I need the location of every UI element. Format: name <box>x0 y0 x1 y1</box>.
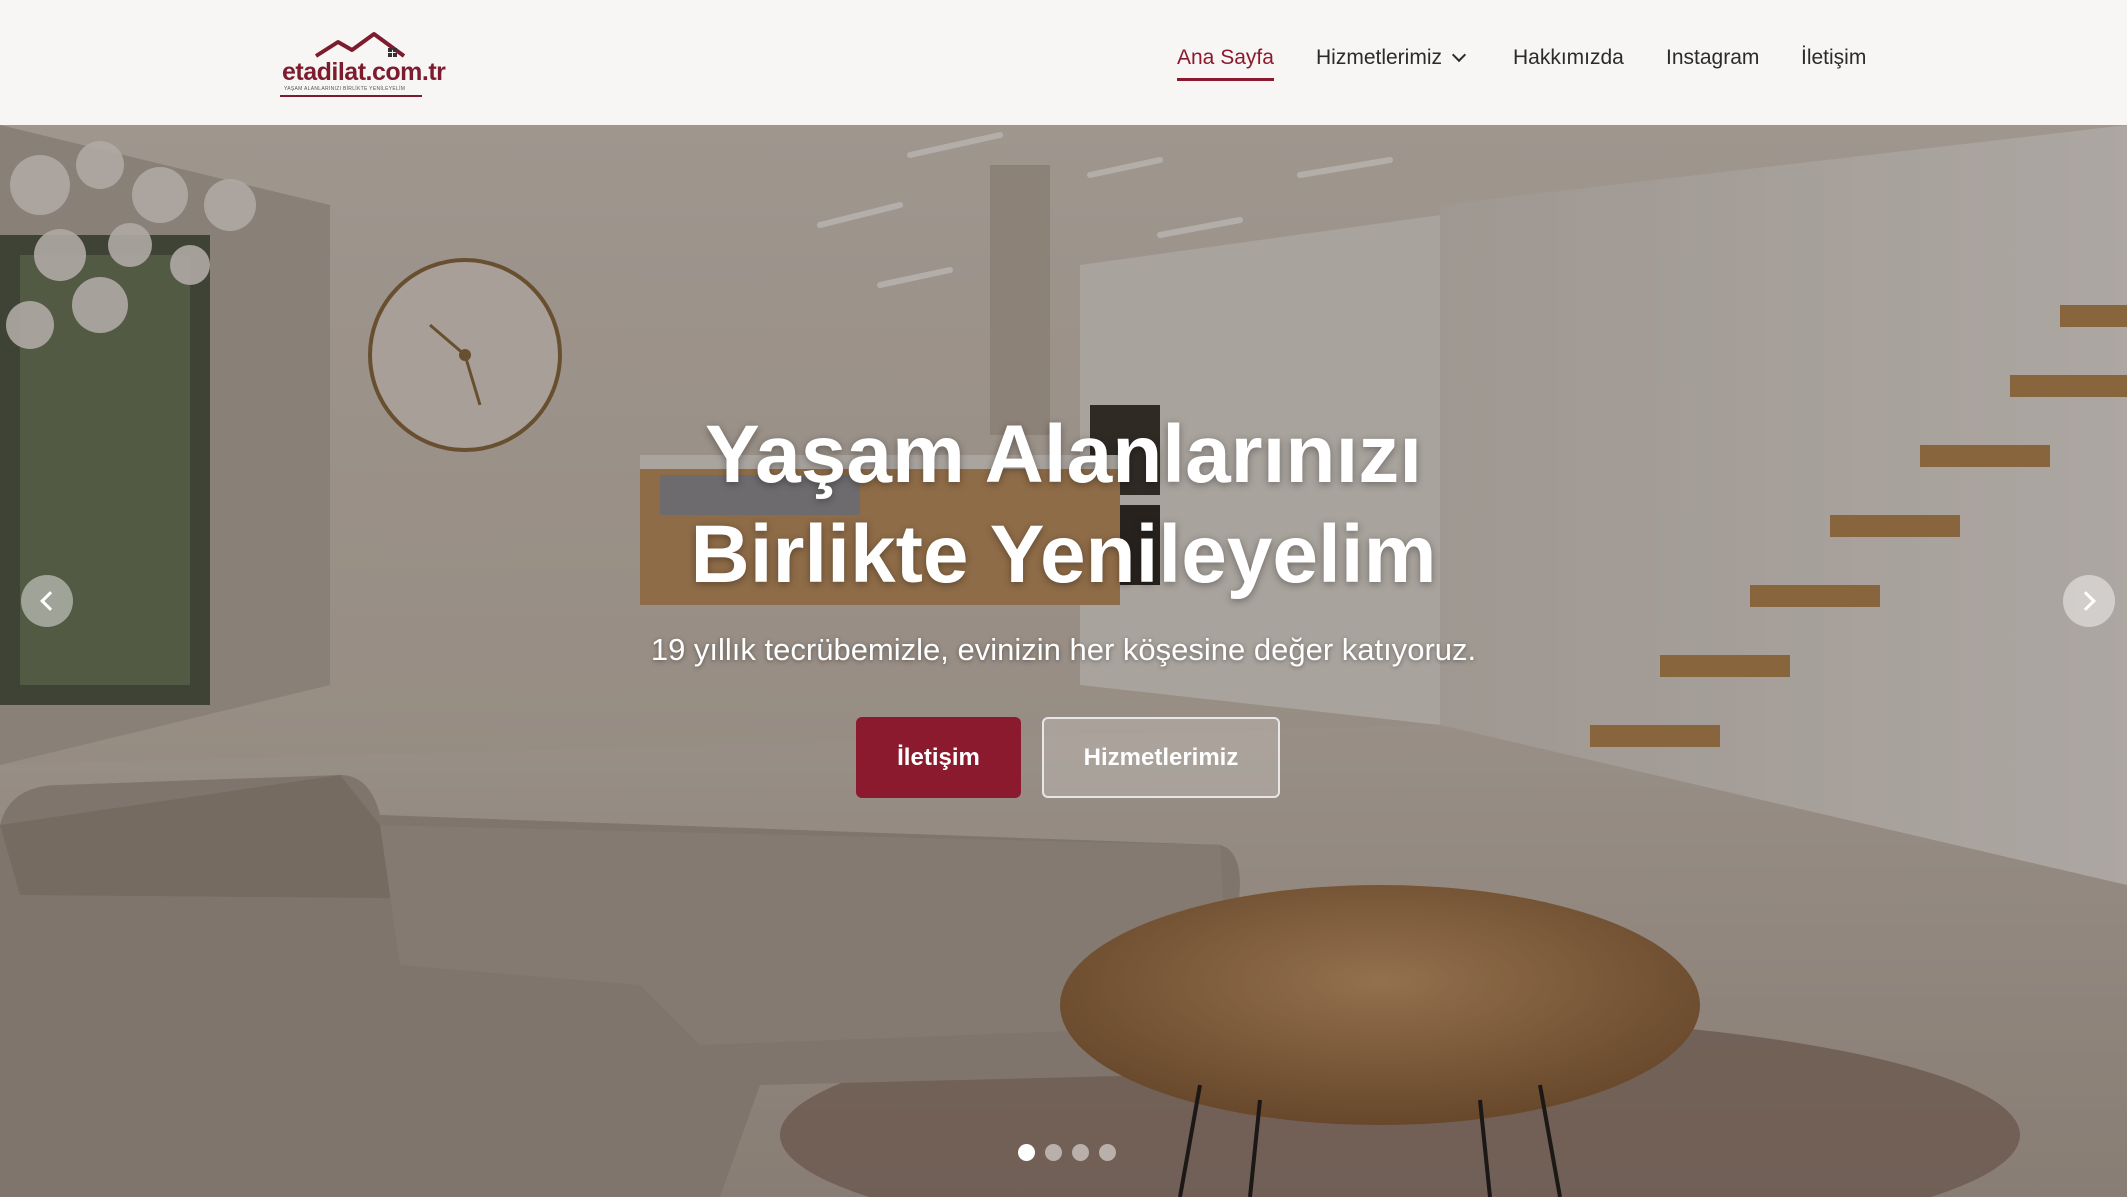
slider-dot[interactable] <box>1018 1144 1035 1161</box>
logo-underline <box>280 95 422 97</box>
logo-tagline: YAŞAM ALANLARINIZI BİRLİKTE YENİLEYELİM <box>284 86 406 92</box>
slider-dot[interactable] <box>1099 1144 1116 1161</box>
contact-button[interactable]: İletişim <box>856 717 1021 798</box>
nav-label: İletişim <box>1801 46 1867 69</box>
hero-slider: Yaşam Alanlarınızı Birlikte Yenileyelim … <box>0 125 2127 1197</box>
nav-item-hakkimizda[interactable]: Hakkımızda <box>1513 46 1624 80</box>
slider-dot[interactable] <box>1045 1144 1062 1161</box>
logo[interactable]: etadilat.com.tr YAŞAM ALANLARINIZI BİRLİ… <box>278 28 446 100</box>
slider-dot[interactable] <box>1072 1144 1089 1161</box>
nav-label: Instagram <box>1666 46 1760 69</box>
logo-text: etadilat.com.tr <box>282 58 446 86</box>
site-header: etadilat.com.tr YAŞAM ALANLARINIZI BİRLİ… <box>0 0 2127 125</box>
nav-item-ana-sayfa[interactable]: Ana Sayfa <box>1177 46 1274 81</box>
nav-item-instagram[interactable]: Instagram <box>1666 46 1759 80</box>
nav-label: Hizmetlerimiz <box>1316 46 1442 69</box>
chevron-down-icon <box>1451 47 1467 63</box>
nav-active-indicator <box>1177 78 1274 81</box>
chevron-right-icon <box>2076 591 2096 611</box>
nav-item-iletisim[interactable]: İletişim <box>1801 46 1866 80</box>
chevron-left-icon <box>40 591 60 611</box>
slider-prev-button[interactable] <box>21 575 73 627</box>
hero-title: Yaşam Alanlarınızı Birlikte Yenileyelim <box>0 405 2127 605</box>
hero-title-line1: Yaşam Alanlarınızı <box>704 409 1423 500</box>
nav-label: Ana Sayfa <box>1177 46 1274 69</box>
nav-label: Hakkımızda <box>1513 46 1624 69</box>
services-button[interactable]: Hizmetlerimiz <box>1042 717 1280 798</box>
nav-item-hizmetlerimiz[interactable]: Hizmetlerimiz <box>1316 46 1467 80</box>
hero-title-line2: Birlikte Yenileyelim <box>690 509 1437 600</box>
slider-next-button[interactable] <box>2063 575 2115 627</box>
hero-subtitle: 19 yıllık tecrübemizle, evinizin her köş… <box>650 632 1477 667</box>
